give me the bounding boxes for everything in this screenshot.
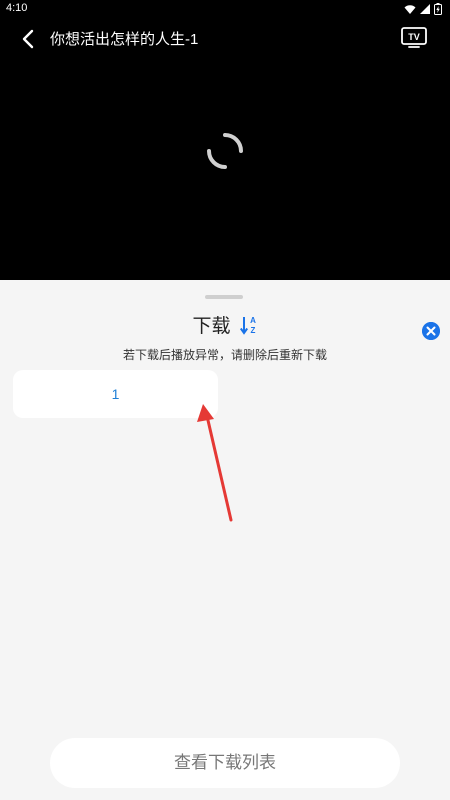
tv-label: TV [408,32,420,42]
close-button[interactable] [422,322,440,340]
sort-letter-z: Z [250,326,255,335]
sheet-title-text: 下载 [192,315,231,337]
status-bar: 4:10 [0,0,450,18]
status-time: 4:10 [6,2,28,14]
download-sheet: 下载 A Z 若下载后播放异常，请删除后重新下载 1 查看下载列表 [0,282,450,800]
sheet-drag-handle[interactable] [205,295,243,299]
tv-cast-icon: TV [401,27,427,48]
sheet-title: 下载 A Z [0,311,450,338]
wifi-icon [404,4,416,14]
download-notice: 若下载后播放异常，请删除后重新下载 [122,348,327,362]
battery-icon [434,3,442,15]
cell-signal-icon [420,4,430,14]
video-player[interactable]: 你想活出怎样的人生-1 TV [0,18,450,280]
view-download-list-button[interactable]: 查看下载列表 [50,738,400,788]
sort-letter-a: A [250,316,256,325]
video-title: 你想活出怎样的人生-1 [50,31,199,48]
tv-cast-button[interactable]: TV [400,25,428,51]
back-button[interactable] [16,26,42,52]
loading-spinner-icon [207,133,243,169]
sort-az-icon[interactable]: A Z [239,315,258,335]
status-icons [404,3,442,15]
episode-item-1[interactable]: 1 [13,370,218,418]
chevron-left-icon [22,29,34,49]
red-annotation-arrow [197,404,233,522]
